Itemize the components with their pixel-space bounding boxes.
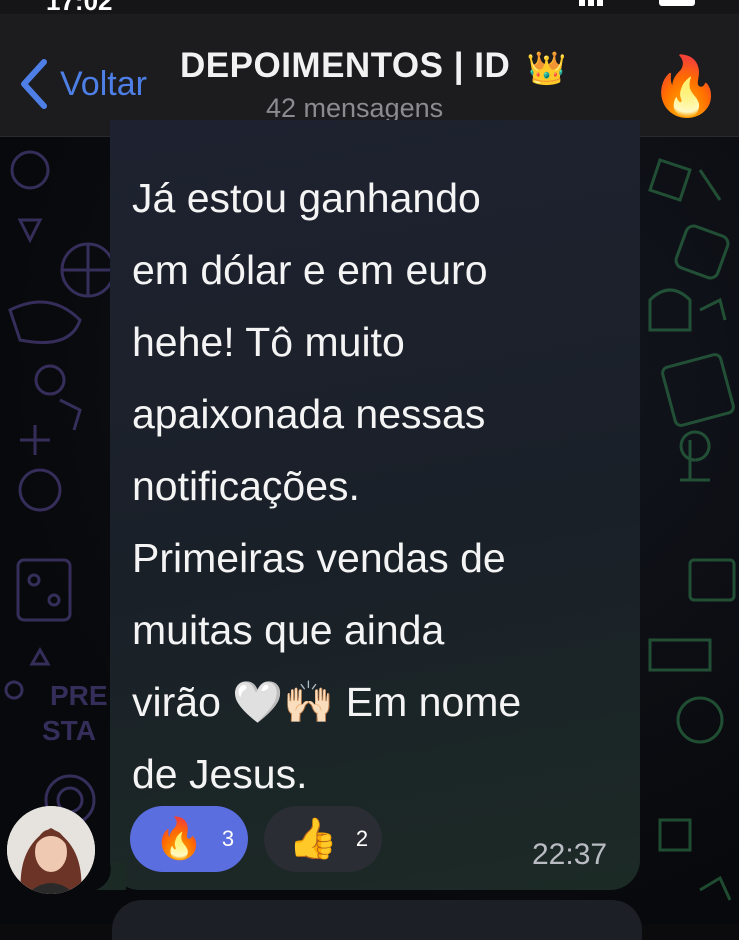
sender-avatar[interactable] bbox=[7, 806, 95, 894]
chevron-left-icon bbox=[21, 59, 47, 109]
status-bar: 17:02 bbox=[0, 0, 739, 16]
reaction-count: 3 bbox=[221, 826, 235, 851]
chat-avatar[interactable]: 🔥 bbox=[650, 58, 722, 116]
crown-icon: 👑 bbox=[526, 49, 567, 86]
reaction-count: 2 bbox=[355, 826, 369, 851]
signal-battery-icon bbox=[579, 0, 695, 6]
chat-title: DEPOIMENTOS | ID 👑 bbox=[180, 46, 600, 87]
back-button[interactable]: Voltar bbox=[16, 58, 147, 110]
back-label: Voltar bbox=[60, 64, 147, 103]
reaction-fire[interactable]: 🔥 3 bbox=[130, 806, 248, 872]
chat-title-text: DEPOIMENTOS | ID bbox=[180, 46, 511, 85]
avatar-photo bbox=[7, 806, 95, 894]
reaction-thumbs-up[interactable]: 👍 2 bbox=[264, 806, 382, 872]
chat-header: Voltar DEPOIMENTOS | ID 👑 42 mensagens 🔥 bbox=[0, 14, 739, 137]
bubble-tail bbox=[96, 862, 126, 890]
next-message-bubble bbox=[112, 900, 642, 940]
fire-icon: 🔥 bbox=[154, 817, 204, 861]
thumbs-up-icon: 👍 bbox=[288, 817, 338, 861]
message-timestamp: 22:37 bbox=[532, 838, 608, 871]
svg-text:PRE: PRE bbox=[50, 680, 108, 711]
svg-text:STA: STA bbox=[42, 715, 96, 746]
chat-title-area[interactable]: DEPOIMENTOS | ID 👑 42 mensagens bbox=[180, 46, 600, 124]
message-text: Já estou ganhando em dólar e em euro heh… bbox=[132, 175, 522, 797]
